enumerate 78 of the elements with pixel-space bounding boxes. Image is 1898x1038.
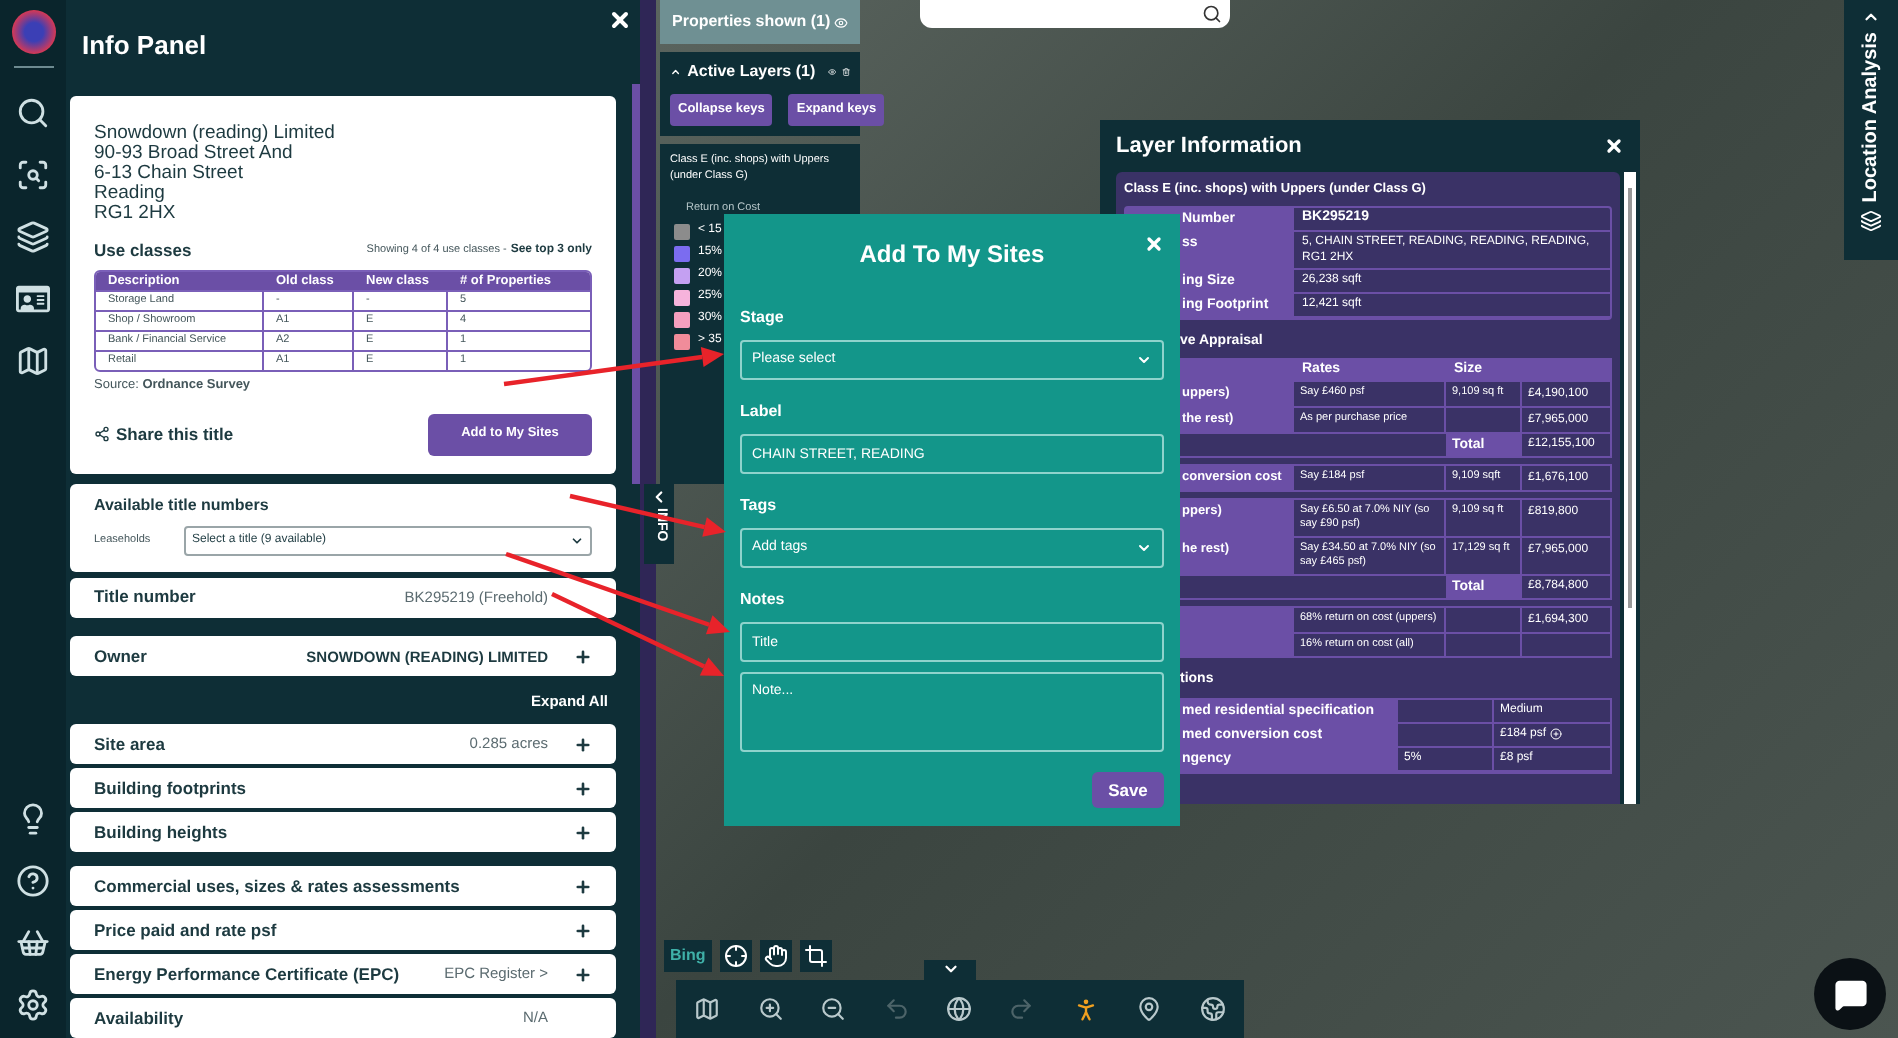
section-label: Price paid and rate psf	[94, 917, 277, 943]
share-icon[interactable]	[94, 426, 110, 443]
collapse-chevron-icon[interactable]	[670, 64, 682, 80]
save-button[interactable]: Save	[1092, 772, 1164, 808]
use-classes-heading: Use classes	[94, 237, 192, 264]
search-icon[interactable]	[16, 96, 50, 130]
address-line: Snowdown (reading) Limited	[94, 123, 337, 144]
section-label: Owner	[94, 644, 147, 670]
settings-icon[interactable]	[16, 988, 50, 1022]
map-icon[interactable]	[694, 996, 721, 1022]
locate-icon[interactable]	[719, 940, 752, 972]
logo-icon[interactable]	[11, 10, 55, 54]
zoom-out-icon[interactable]	[820, 996, 847, 1022]
header-label: Properties shown (1)	[672, 10, 831, 34]
chevron-up-icon	[1862, 8, 1880, 26]
chevron-down-icon	[570, 533, 584, 548]
eye-icon[interactable]	[827, 66, 836, 78]
expand-icon[interactable]	[574, 921, 592, 940]
address-line: 6-13 Chain Street	[94, 163, 245, 184]
chat-icon	[1833, 977, 1867, 1011]
section-label: Site area	[94, 731, 165, 757]
address-line: 90-93 Broad Street And	[94, 143, 295, 164]
expand-icon[interactable]	[574, 647, 592, 666]
search-icon	[1202, 4, 1222, 24]
field-label: Tags	[740, 494, 779, 518]
expand-icon[interactable]	[574, 779, 592, 798]
section-row[interactable]: Price paid and rate psf	[70, 910, 616, 951]
earth-icon[interactable]	[1199, 996, 1226, 1022]
toolbar-toggle[interactable]	[924, 960, 976, 980]
map-icon[interactable]	[16, 344, 50, 378]
section-row[interactable]: Building footprints	[70, 768, 616, 809]
chevron-down-icon	[1136, 352, 1152, 368]
address-line: Reading	[94, 183, 167, 204]
crop-icon[interactable]	[799, 940, 832, 972]
panel-title: Info Panel	[82, 27, 207, 64]
basket-icon[interactable]	[16, 926, 50, 960]
layers-icon	[1860, 210, 1882, 233]
map-logo: Bing	[664, 940, 712, 972]
expand-icon[interactable]	[574, 965, 592, 984]
map-pin-icon[interactable]	[1136, 996, 1163, 1022]
trash-icon[interactable]	[841, 66, 850, 78]
chevron-left-icon	[650, 488, 668, 506]
section-row[interactable]: Commercial uses, sizes & rates assessments	[70, 866, 616, 907]
section-label: Energy Performance Certificate (EPC)	[94, 961, 400, 987]
info-icon[interactable]	[1550, 728, 1563, 741]
close-icon[interactable]	[608, 8, 632, 32]
share-link[interactable]: Share this title	[116, 421, 234, 447]
section-label: Title number	[94, 584, 196, 610]
search-field[interactable]	[920, 0, 1230, 28]
pan-icon[interactable]	[759, 940, 792, 972]
section-label: Availability	[94, 1005, 184, 1031]
card-heading: Available title numbers	[94, 493, 271, 518]
section-label: Commercial uses, sizes & rates assessments	[94, 873, 460, 899]
zoom-in-icon[interactable]	[757, 996, 784, 1022]
section-label: Building heights	[94, 819, 228, 845]
window-title: Layer Information	[1116, 131, 1302, 162]
chat-button[interactable]	[1814, 958, 1886, 1030]
close-icon[interactable]	[1604, 136, 1624, 156]
tab-label: Location Analysis	[1858, 32, 1884, 203]
section-row[interactable]: Building heights	[70, 812, 616, 853]
address-line: RG1 2HX	[94, 203, 178, 224]
expand-icon[interactable]	[574, 823, 592, 842]
section-heading: Active Layers (1)	[687, 60, 816, 84]
id-card-icon[interactable]	[16, 282, 50, 316]
section-label: Building footprints	[94, 775, 247, 801]
help-icon[interactable]	[16, 864, 50, 898]
globe-icon[interactable]	[945, 996, 972, 1022]
chevron-down-icon	[1136, 540, 1152, 556]
field-label: Stage	[740, 306, 786, 330]
measure-icon[interactable]	[16, 158, 50, 192]
expand-icon[interactable]	[574, 877, 592, 896]
location-analysis-tab[interactable]: Location Analysis	[1844, 0, 1898, 260]
field-label: Label	[740, 400, 784, 424]
field-label: Notes	[740, 588, 787, 612]
expand-icon[interactable]	[574, 735, 592, 754]
eye-icon[interactable]	[834, 15, 848, 29]
layers-icon[interactable]	[16, 220, 50, 254]
dialog-title: Add To My Sites	[859, 238, 1045, 272]
